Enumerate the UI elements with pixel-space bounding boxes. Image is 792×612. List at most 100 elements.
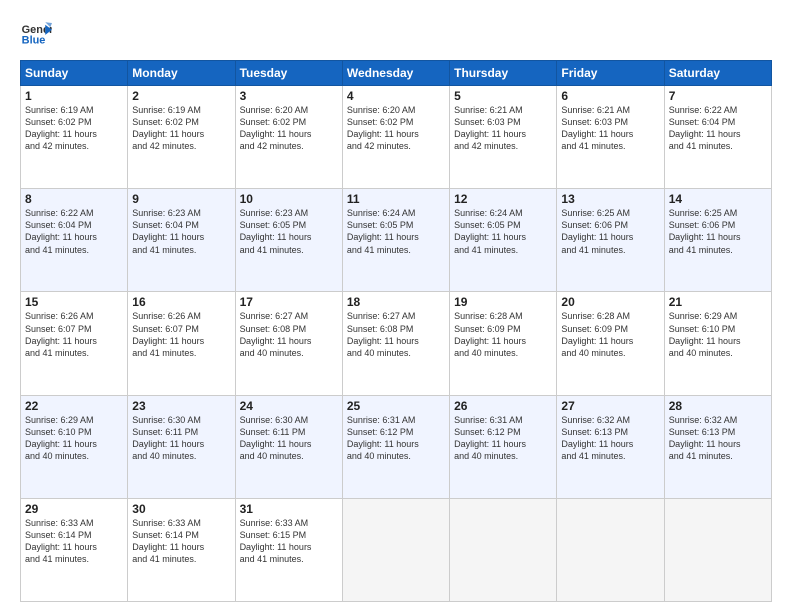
day-info: Sunrise: 6:25 AMSunset: 6:06 PMDaylight:… (669, 207, 767, 256)
day-info: Sunrise: 6:28 AMSunset: 6:09 PMDaylight:… (561, 310, 659, 359)
day-info: Sunrise: 6:20 AMSunset: 6:02 PMDaylight:… (240, 104, 338, 153)
days-of-week-row: SundayMondayTuesdayWednesdayThursdayFrid… (21, 61, 772, 86)
calendar-cell: 27Sunrise: 6:32 AMSunset: 6:13 PMDayligh… (557, 395, 664, 498)
calendar-cell: 12Sunrise: 6:24 AMSunset: 6:05 PMDayligh… (450, 189, 557, 292)
calendar-cell: 18Sunrise: 6:27 AMSunset: 6:08 PMDayligh… (342, 292, 449, 395)
calendar-cell: 28Sunrise: 6:32 AMSunset: 6:13 PMDayligh… (664, 395, 771, 498)
calendar-cell (450, 498, 557, 601)
day-number: 17 (240, 295, 338, 309)
calendar-cell: 14Sunrise: 6:25 AMSunset: 6:06 PMDayligh… (664, 189, 771, 292)
day-number: 22 (25, 399, 123, 413)
day-number: 9 (132, 192, 230, 206)
calendar-cell: 30Sunrise: 6:33 AMSunset: 6:14 PMDayligh… (128, 498, 235, 601)
day-of-week-sunday: Sunday (21, 61, 128, 86)
calendar-cell: 2Sunrise: 6:19 AMSunset: 6:02 PMDaylight… (128, 86, 235, 189)
day-info: Sunrise: 6:26 AMSunset: 6:07 PMDaylight:… (132, 310, 230, 359)
day-of-week-friday: Friday (557, 61, 664, 86)
day-number: 2 (132, 89, 230, 103)
day-info: Sunrise: 6:27 AMSunset: 6:08 PMDaylight:… (240, 310, 338, 359)
day-info: Sunrise: 6:19 AMSunset: 6:02 PMDaylight:… (132, 104, 230, 153)
calendar-cell (342, 498, 449, 601)
calendar-cell: 25Sunrise: 6:31 AMSunset: 6:12 PMDayligh… (342, 395, 449, 498)
calendar-cell: 21Sunrise: 6:29 AMSunset: 6:10 PMDayligh… (664, 292, 771, 395)
calendar-cell: 9Sunrise: 6:23 AMSunset: 6:04 PMDaylight… (128, 189, 235, 292)
day-info: Sunrise: 6:29 AMSunset: 6:10 PMDaylight:… (25, 414, 123, 463)
calendar-cell: 6Sunrise: 6:21 AMSunset: 6:03 PMDaylight… (557, 86, 664, 189)
calendar-cell: 10Sunrise: 6:23 AMSunset: 6:05 PMDayligh… (235, 189, 342, 292)
day-number: 30 (132, 502, 230, 516)
day-number: 14 (669, 192, 767, 206)
calendar-cell: 23Sunrise: 6:30 AMSunset: 6:11 PMDayligh… (128, 395, 235, 498)
calendar-cell: 8Sunrise: 6:22 AMSunset: 6:04 PMDaylight… (21, 189, 128, 292)
day-number: 27 (561, 399, 659, 413)
day-info: Sunrise: 6:19 AMSunset: 6:02 PMDaylight:… (25, 104, 123, 153)
day-number: 29 (25, 502, 123, 516)
day-number: 23 (132, 399, 230, 413)
day-info: Sunrise: 6:31 AMSunset: 6:12 PMDaylight:… (347, 414, 445, 463)
calendar-table: SundayMondayTuesdayWednesdayThursdayFrid… (20, 60, 772, 602)
calendar-cell: 29Sunrise: 6:33 AMSunset: 6:14 PMDayligh… (21, 498, 128, 601)
day-number: 8 (25, 192, 123, 206)
day-info: Sunrise: 6:33 AMSunset: 6:14 PMDaylight:… (25, 517, 123, 566)
header: General Blue (20, 18, 772, 50)
day-of-week-thursday: Thursday (450, 61, 557, 86)
day-number: 12 (454, 192, 552, 206)
calendar-cell: 24Sunrise: 6:30 AMSunset: 6:11 PMDayligh… (235, 395, 342, 498)
day-number: 4 (347, 89, 445, 103)
day-info: Sunrise: 6:23 AMSunset: 6:05 PMDaylight:… (240, 207, 338, 256)
day-number: 10 (240, 192, 338, 206)
day-info: Sunrise: 6:26 AMSunset: 6:07 PMDaylight:… (25, 310, 123, 359)
day-info: Sunrise: 6:30 AMSunset: 6:11 PMDaylight:… (132, 414, 230, 463)
day-number: 3 (240, 89, 338, 103)
calendar-cell: 5Sunrise: 6:21 AMSunset: 6:03 PMDaylight… (450, 86, 557, 189)
calendar-cell: 31Sunrise: 6:33 AMSunset: 6:15 PMDayligh… (235, 498, 342, 601)
day-number: 26 (454, 399, 552, 413)
calendar-cell: 17Sunrise: 6:27 AMSunset: 6:08 PMDayligh… (235, 292, 342, 395)
day-info: Sunrise: 6:22 AMSunset: 6:04 PMDaylight:… (669, 104, 767, 153)
day-number: 5 (454, 89, 552, 103)
calendar-cell (557, 498, 664, 601)
day-number: 15 (25, 295, 123, 309)
day-number: 25 (347, 399, 445, 413)
calendar-cell: 26Sunrise: 6:31 AMSunset: 6:12 PMDayligh… (450, 395, 557, 498)
day-of-week-tuesday: Tuesday (235, 61, 342, 86)
day-number: 1 (25, 89, 123, 103)
calendar-cell: 4Sunrise: 6:20 AMSunset: 6:02 PMDaylight… (342, 86, 449, 189)
calendar-cell: 19Sunrise: 6:28 AMSunset: 6:09 PMDayligh… (450, 292, 557, 395)
day-info: Sunrise: 6:21 AMSunset: 6:03 PMDaylight:… (561, 104, 659, 153)
calendar-cell: 7Sunrise: 6:22 AMSunset: 6:04 PMDaylight… (664, 86, 771, 189)
day-number: 16 (132, 295, 230, 309)
svg-text:Blue: Blue (22, 34, 46, 46)
day-number: 24 (240, 399, 338, 413)
day-info: Sunrise: 6:33 AMSunset: 6:14 PMDaylight:… (132, 517, 230, 566)
calendar-cell: 11Sunrise: 6:24 AMSunset: 6:05 PMDayligh… (342, 189, 449, 292)
day-info: Sunrise: 6:24 AMSunset: 6:05 PMDaylight:… (454, 207, 552, 256)
day-info: Sunrise: 6:23 AMSunset: 6:04 PMDaylight:… (132, 207, 230, 256)
day-number: 31 (240, 502, 338, 516)
day-of-week-wednesday: Wednesday (342, 61, 449, 86)
calendar-body: 1Sunrise: 6:19 AMSunset: 6:02 PMDaylight… (21, 86, 772, 602)
day-number: 7 (669, 89, 767, 103)
day-info: Sunrise: 6:32 AMSunset: 6:13 PMDaylight:… (561, 414, 659, 463)
day-info: Sunrise: 6:31 AMSunset: 6:12 PMDaylight:… (454, 414, 552, 463)
day-info: Sunrise: 6:20 AMSunset: 6:02 PMDaylight:… (347, 104, 445, 153)
day-info: Sunrise: 6:28 AMSunset: 6:09 PMDaylight:… (454, 310, 552, 359)
day-info: Sunrise: 6:32 AMSunset: 6:13 PMDaylight:… (669, 414, 767, 463)
calendar-cell: 22Sunrise: 6:29 AMSunset: 6:10 PMDayligh… (21, 395, 128, 498)
calendar-cell: 16Sunrise: 6:26 AMSunset: 6:07 PMDayligh… (128, 292, 235, 395)
calendar-cell: 20Sunrise: 6:28 AMSunset: 6:09 PMDayligh… (557, 292, 664, 395)
day-number: 11 (347, 192, 445, 206)
day-info: Sunrise: 6:24 AMSunset: 6:05 PMDaylight:… (347, 207, 445, 256)
logo-icon: General Blue (20, 18, 52, 50)
day-info: Sunrise: 6:21 AMSunset: 6:03 PMDaylight:… (454, 104, 552, 153)
calendar-cell: 1Sunrise: 6:19 AMSunset: 6:02 PMDaylight… (21, 86, 128, 189)
calendar-cell: 13Sunrise: 6:25 AMSunset: 6:06 PMDayligh… (557, 189, 664, 292)
calendar-cell: 3Sunrise: 6:20 AMSunset: 6:02 PMDaylight… (235, 86, 342, 189)
day-number: 18 (347, 295, 445, 309)
calendar-page: General Blue SundayMondayTuesdayWednesda… (0, 0, 792, 612)
day-of-week-monday: Monday (128, 61, 235, 86)
calendar-cell: 15Sunrise: 6:26 AMSunset: 6:07 PMDayligh… (21, 292, 128, 395)
day-info: Sunrise: 6:22 AMSunset: 6:04 PMDaylight:… (25, 207, 123, 256)
day-info: Sunrise: 6:27 AMSunset: 6:08 PMDaylight:… (347, 310, 445, 359)
day-of-week-saturday: Saturday (664, 61, 771, 86)
